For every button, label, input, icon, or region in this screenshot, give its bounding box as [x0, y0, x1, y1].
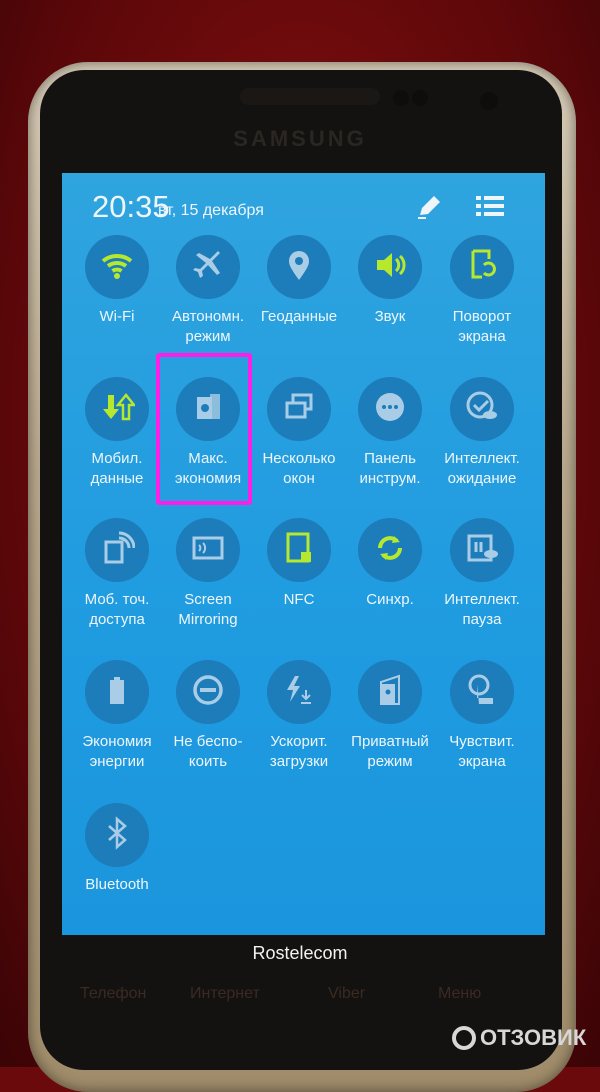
- tile-airplane[interactable]: Автономн. режим: [160, 235, 256, 347]
- brand-logo: SAMSUNG: [233, 126, 367, 151]
- list-icon[interactable]: [474, 191, 506, 226]
- tile-toggle[interactable]: [450, 377, 514, 441]
- tile-label: Не беспо- коить: [173, 733, 243, 770]
- quick-settings-panel: 20:35 вт, 15 декабря Wi-Fi Автономн. режи…: [62, 173, 545, 935]
- watermark-logo-icon: [452, 1026, 476, 1050]
- tile-bluetooth[interactable]: Bluetooth: [69, 803, 165, 895]
- sync-icon: [372, 530, 408, 571]
- tile-toggle[interactable]: [267, 377, 331, 441]
- smart-stay-icon: [464, 389, 500, 430]
- tile-toggle[interactable]: [267, 235, 331, 299]
- watermark: ОТЗОВИК: [452, 1025, 586, 1051]
- tile-smart-pause[interactable]: Интеллект. пауза: [434, 518, 530, 630]
- airplane-icon: [190, 247, 226, 288]
- tile-label: Приватный режим: [351, 733, 429, 770]
- tile-toggle[interactable]: [176, 660, 240, 724]
- tile-label: Мобил. данные: [90, 450, 144, 487]
- touch-sensitivity-icon: [464, 672, 500, 713]
- tile-toggle[interactable]: [358, 377, 422, 441]
- tile-nfc[interactable]: NFC: [251, 518, 347, 610]
- nfc-icon: [281, 530, 317, 571]
- pencil-icon[interactable]: [414, 191, 444, 226]
- sensor: [393, 90, 409, 106]
- tile-label: Звук: [374, 308, 406, 325]
- mobile-data-icon: [99, 389, 137, 430]
- tile-label: Bluetooth: [85, 876, 149, 893]
- tile-label: Экономия энергии: [82, 733, 152, 770]
- hotspot-icon: [99, 530, 136, 571]
- tile-label: Чувствит. экрана: [449, 733, 515, 770]
- tile-download-booster[interactable]: Ускорит. загрузки: [251, 660, 347, 772]
- dock-viber[interactable]: Viber: [328, 985, 365, 1003]
- tile-toggle[interactable]: [358, 235, 422, 299]
- tile-toggle[interactable]: [267, 660, 331, 724]
- tile-sync[interactable]: Синхр.: [342, 518, 438, 610]
- tile-toggle[interactable]: [450, 660, 514, 724]
- tile-toggle[interactable]: [267, 518, 331, 582]
- tile-label: NFC: [283, 591, 315, 608]
- operator-name: Rostelecom: [252, 943, 348, 963]
- tile-label: Моб. точ. доступа: [84, 591, 150, 628]
- tile-label: Ускорит. загрузки: [269, 733, 329, 770]
- rotate-icon: [464, 247, 500, 288]
- tile-toggle[interactable]: [85, 660, 149, 724]
- tile-label: Интеллект. ожидание: [444, 450, 520, 487]
- tile-toggle[interactable]: [358, 518, 422, 582]
- tile-smart-stay[interactable]: Интеллект. ожидание: [434, 377, 530, 489]
- download-booster-icon: [281, 672, 317, 713]
- tile-label: Автономн. режим: [171, 308, 245, 345]
- tile-toggle[interactable]: [176, 235, 240, 299]
- tile-rotate[interactable]: Поворот экрана: [434, 235, 530, 347]
- bluetooth-icon: [99, 815, 135, 856]
- tile-power-saving[interactable]: Экономия энергии: [69, 660, 165, 772]
- tile-mobile-data[interactable]: Мобил. данные: [69, 377, 165, 489]
- date: вт, 15 декабря: [158, 202, 264, 219]
- tile-toggle[interactable]: [85, 518, 149, 582]
- tile-hotspot[interactable]: Моб. точ. доступа: [69, 518, 165, 630]
- tile-toolbox[interactable]: Панель инструм.: [342, 377, 438, 489]
- tile-label: Wi-Fi: [99, 308, 135, 325]
- watermark-text: ОТЗОВИК: [480, 1025, 587, 1050]
- earpiece-speaker: [240, 88, 380, 105]
- dock-internet[interactable]: Интернет: [190, 985, 260, 1003]
- sound-icon: [372, 247, 408, 288]
- wifi-icon: [99, 247, 135, 288]
- sensor: [412, 90, 428, 106]
- highlight-box: [156, 353, 252, 505]
- front-camera: [480, 92, 498, 110]
- tile-label: Панель инструм.: [359, 450, 421, 487]
- tile-toggle[interactable]: [85, 803, 149, 867]
- do-not-disturb-icon: [190, 672, 226, 713]
- tile-toggle[interactable]: [85, 235, 149, 299]
- tile-label: Несколько окон: [262, 450, 336, 487]
- location-icon: [281, 247, 317, 288]
- tile-label: Интеллект. пауза: [444, 591, 520, 628]
- smart-pause-icon: [464, 530, 500, 571]
- tile-toggle[interactable]: [85, 377, 149, 441]
- tile-toggle[interactable]: [176, 518, 240, 582]
- tile-label: Синхр.: [366, 591, 414, 608]
- tile-toggle[interactable]: [450, 518, 514, 582]
- tile-screen-mirroring[interactable]: Screen Mirroring: [160, 518, 256, 630]
- tile-label: Screen Mirroring: [178, 591, 238, 628]
- dock-phone[interactable]: Телефон: [80, 985, 146, 1003]
- tile-multi-window[interactable]: Несколько окон: [251, 377, 347, 489]
- tile-label: Геоданные: [260, 308, 338, 325]
- tile-location[interactable]: Геоданные: [251, 235, 347, 327]
- toolbox-icon: [372, 389, 408, 430]
- tile-private-mode[interactable]: Приватный режим: [342, 660, 438, 772]
- tile-wifi[interactable]: Wi-Fi: [69, 235, 165, 327]
- dock-menu[interactable]: Меню: [438, 985, 481, 1003]
- tile-toggle[interactable]: [358, 660, 422, 724]
- tile-toggle[interactable]: [450, 235, 514, 299]
- screen-mirroring-icon: [190, 530, 226, 571]
- tile-touch-sensitivity[interactable]: Чувствит. экрана: [434, 660, 530, 772]
- private-mode-icon: [372, 672, 408, 713]
- multi-window-icon: [281, 389, 317, 430]
- tile-do-not-disturb[interactable]: Не беспо- коить: [160, 660, 256, 772]
- tile-sound[interactable]: Звук: [342, 235, 438, 327]
- power-saving-icon: [99, 672, 135, 713]
- tile-label: Поворот экрана: [452, 308, 512, 345]
